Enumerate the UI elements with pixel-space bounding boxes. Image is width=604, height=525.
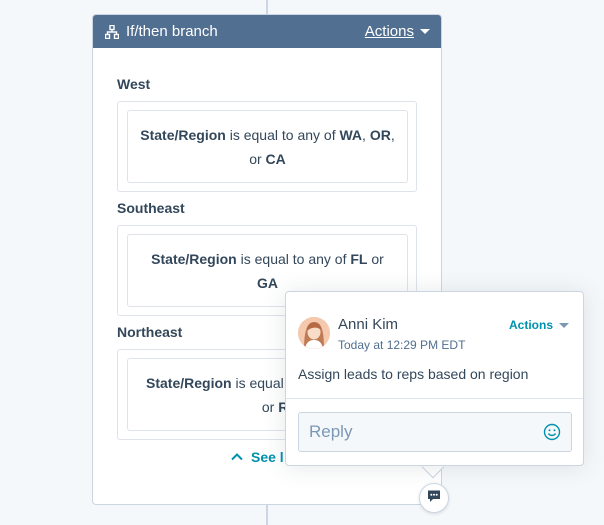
filter-joiner: or — [258, 399, 279, 415]
filter-property: State/Region — [151, 251, 237, 267]
filter-property: State/Region — [140, 127, 226, 143]
filter-joiner: , — [362, 127, 370, 143]
comment-timestamp: Today at 12:29 PM EDT — [338, 338, 466, 352]
header-actions-dropdown[interactable]: Actions — [365, 23, 430, 40]
see-less-link[interactable]: See l — [231, 449, 284, 465]
filter-value: WA — [339, 127, 363, 143]
filter-property: State/Region — [146, 375, 232, 391]
branch-box-west: State/Region is equal to any of WA, OR, … — [117, 101, 417, 192]
see-less-label: See l — [251, 449, 284, 465]
card-title: If/then branch — [126, 23, 218, 40]
comment-author: Anni Kim — [338, 316, 399, 333]
branch-label-northeast: Northeast — [117, 324, 183, 340]
avatar — [298, 317, 330, 349]
branch-label-southeast: Southeast — [117, 200, 185, 216]
branch-icon — [105, 24, 119, 39]
filter-joiner: or — [367, 251, 384, 267]
filter-value: FL — [350, 251, 368, 267]
comment-text: Assign leads to reps based on region — [298, 366, 529, 382]
header-actions-label: Actions — [364, 23, 414, 40]
filter-operator: is equal to any of — [225, 127, 340, 143]
emoji-smiley-icon[interactable] — [543, 423, 561, 441]
filter-value: OR — [369, 127, 391, 143]
comment-actions-label: Actions — [508, 318, 553, 332]
comment-toggle-button[interactable] — [419, 483, 449, 513]
flow-connector-bottom — [266, 504, 268, 525]
reply-box — [298, 412, 572, 452]
filter-value: GA — [257, 275, 278, 291]
chevron-up-icon — [231, 452, 243, 462]
flow-connector-top — [266, 0, 268, 15]
filter-operator: is equal to any of — [236, 251, 351, 267]
reply-input[interactable] — [299, 413, 539, 451]
comment-icon — [426, 488, 442, 509]
comment-popover: Anni Kim Today at 12:29 PM EDT Actions A… — [285, 291, 584, 466]
divider — [286, 398, 583, 399]
card-header: If/then branch Actions — [93, 15, 441, 48]
caret-down-icon — [420, 29, 430, 34]
filter-value: CA — [265, 151, 286, 167]
filter-operator: is equal — [231, 375, 284, 391]
caret-down-icon — [559, 322, 569, 328]
comment-actions-dropdown[interactable]: Actions — [509, 318, 569, 332]
branch-label-west: West — [117, 76, 151, 92]
filter-card-west[interactable]: State/Region is equal to any of WA, OR, … — [127, 110, 408, 183]
